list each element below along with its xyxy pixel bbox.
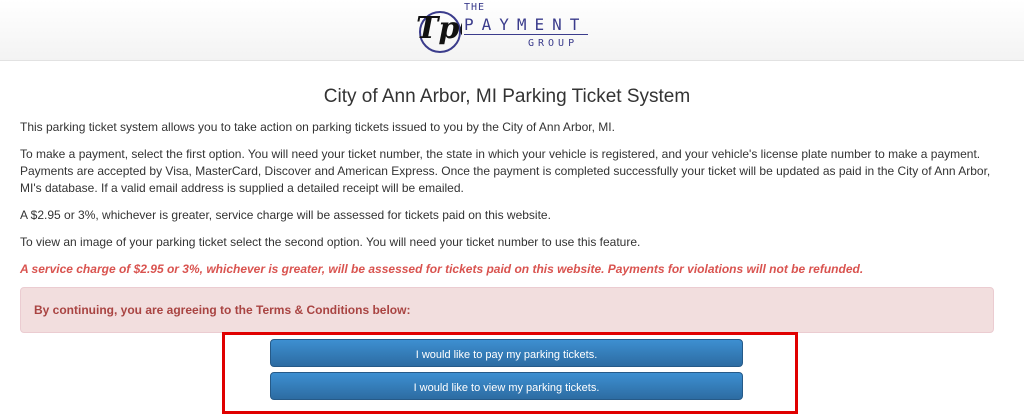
- view-instructions: To view an image of your parking ticket …: [20, 235, 641, 249]
- logo-wordmark: THE PAYMENT GROUP: [464, 2, 594, 56]
- logo-rule: [464, 34, 588, 35]
- service-charge-note: A $2.95 or 3%, whichever is greater, ser…: [20, 208, 551, 222]
- refund-warning: A service charge of $2.95 or 3%, whichev…: [20, 262, 864, 276]
- terms-alert: By continuing, you are agreeing to the T…: [20, 287, 994, 333]
- payment-group-logo[interactable]: TpG THE PAYMENT GROUP: [414, 2, 594, 56]
- main-content: City of Ann Arbor, MI Parking Ticket Sys…: [20, 60, 994, 333]
- pay-tickets-button[interactable]: I would like to pay my parking tickets.: [270, 339, 743, 367]
- payment-instructions: To make a payment, select the first opti…: [20, 147, 991, 195]
- view-tickets-button[interactable]: I would like to view my parking tickets.: [270, 372, 743, 400]
- page-header: TpG THE PAYMENT GROUP: [0, 0, 1024, 61]
- page-title: City of Ann Arbor, MI Parking Ticket Sys…: [323, 86, 691, 107]
- logo-the: THE: [464, 2, 486, 13]
- logo-mark-text: TpG: [416, 11, 462, 46]
- logo-payment: PAYMENT: [464, 15, 588, 34]
- tpg-logo-icon: TpG: [416, 11, 462, 53]
- intro-paragraph: This parking ticket system allows you to…: [20, 120, 615, 134]
- logo-group: GROUP: [528, 38, 579, 49]
